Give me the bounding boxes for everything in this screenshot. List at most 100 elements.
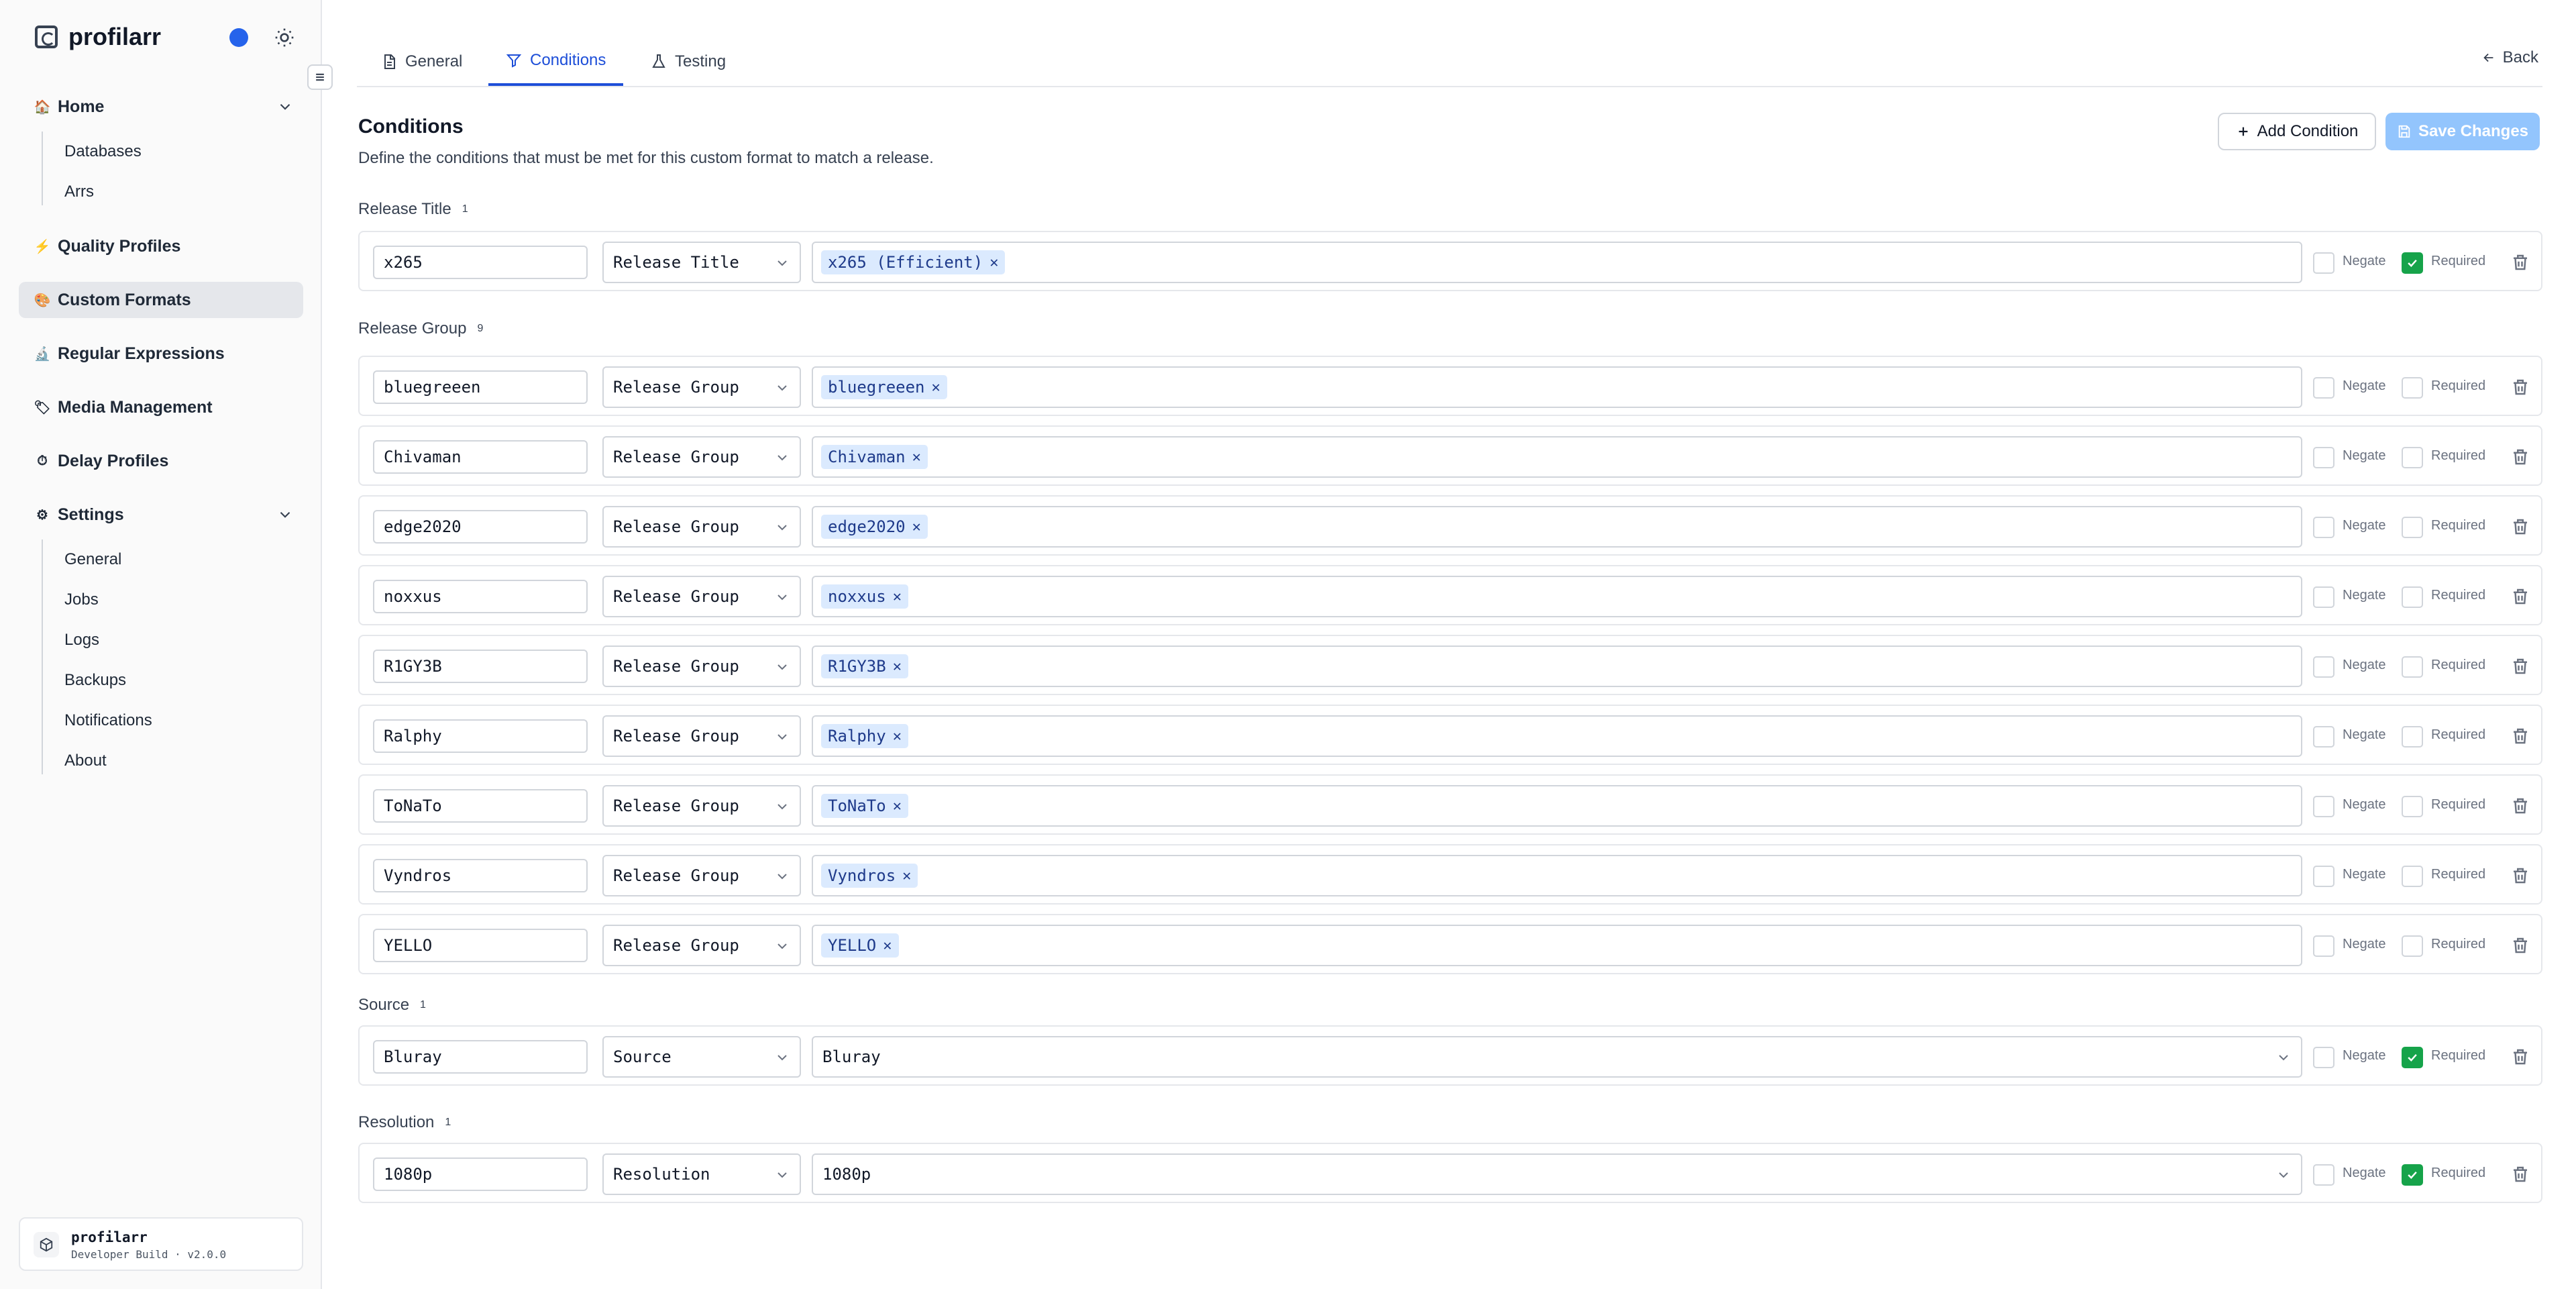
condition-name-input[interactable]: edge2020 <box>373 510 588 544</box>
condition-type-select[interactable]: Release Group <box>602 855 801 896</box>
remove-chip-icon[interactable]: ✕ <box>893 798 902 815</box>
trash-icon[interactable] <box>2510 656 2530 676</box>
sidebar-item-regular-expressions[interactable]: 🔬 Regular Expressions <box>19 336 303 372</box>
chevron-down-icon[interactable] <box>276 98 294 115</box>
trash-icon[interactable] <box>2510 935 2530 956</box>
required-checkbox[interactable] <box>2402 517 2423 538</box>
sidebar-sub-databases[interactable]: Databases <box>64 142 142 161</box>
negate-checkbox[interactable] <box>2313 586 2334 608</box>
negate-checkbox[interactable] <box>2313 656 2334 678</box>
negate-checkbox[interactable] <box>2313 726 2334 747</box>
required-checkbox[interactable] <box>2402 866 2423 887</box>
sidebar-sub-arrs[interactable]: Arrs <box>64 183 94 201</box>
negate-checkbox[interactable] <box>2313 1164 2334 1186</box>
negate-checkbox[interactable] <box>2313 377 2334 399</box>
sidebar-sub-notifications[interactable]: Notifications <box>64 711 152 730</box>
negate-checkbox[interactable] <box>2313 252 2334 274</box>
tab-general[interactable]: General <box>364 38 480 86</box>
condition-type-select[interactable]: Release Title <box>602 242 801 283</box>
condition-name-input[interactable]: 1080p <box>373 1157 588 1191</box>
theme-dot[interactable] <box>229 28 248 47</box>
condition-name-input[interactable]: Chivaman <box>373 440 588 474</box>
negate-checkbox[interactable] <box>2313 447 2334 468</box>
required-checkbox[interactable] <box>2402 935 2423 957</box>
remove-chip-icon[interactable]: ✕ <box>893 658 902 675</box>
trash-icon[interactable] <box>2510 252 2530 272</box>
remove-chip-icon[interactable]: ✕ <box>893 728 902 745</box>
chevron-down-icon[interactable] <box>276 506 294 523</box>
required-checkbox[interactable] <box>2402 586 2423 608</box>
trash-icon[interactable] <box>2510 1047 2530 1067</box>
condition-value-select[interactable]: Bluray <box>812 1036 2302 1078</box>
condition-type-select[interactable]: Release Group <box>602 785 801 827</box>
required-checkbox[interactable] <box>2402 656 2423 678</box>
trash-icon[interactable] <box>2510 726 2530 746</box>
sidebar-item-custom-formats[interactable]: 🎨 Custom Formats <box>19 282 303 318</box>
condition-type-select[interactable]: Release Group <box>602 576 801 617</box>
condition-name-input[interactable]: x265 <box>373 246 588 279</box>
condition-type-select[interactable]: Release Group <box>602 646 801 687</box>
condition-type-select[interactable]: Release Group <box>602 715 801 757</box>
required-checkbox[interactable] <box>2402 1047 2423 1068</box>
tab-conditions[interactable]: Conditions <box>488 38 624 86</box>
required-checkbox[interactable] <box>2402 726 2423 747</box>
back-link[interactable]: Back <box>2481 48 2538 67</box>
negate-checkbox[interactable] <box>2313 517 2334 538</box>
condition-name-input[interactable]: R1GY3B <box>373 650 588 683</box>
sun-icon[interactable] <box>274 27 295 48</box>
condition-type-select[interactable]: Release Group <box>602 925 801 966</box>
remove-chip-icon[interactable]: ✕ <box>883 937 892 954</box>
required-checkbox[interactable] <box>2402 447 2423 468</box>
sidebar-item-media-management[interactable]: 🏷 Media Management <box>19 389 303 425</box>
sidebar-sub-jobs[interactable]: Jobs <box>64 590 99 609</box>
condition-value-input[interactable]: noxxus ✕ <box>812 576 2302 617</box>
trash-icon[interactable] <box>2510 517 2530 537</box>
condition-name-input[interactable]: bluegreeen <box>373 370 588 404</box>
remove-chip-icon[interactable]: ✕ <box>912 449 921 466</box>
condition-value-input[interactable]: Chivaman ✕ <box>812 436 2302 478</box>
trash-icon[interactable] <box>2510 586 2530 607</box>
condition-value-select[interactable]: 1080p <box>812 1153 2302 1195</box>
condition-type-select[interactable]: Release Group <box>602 366 801 408</box>
negate-checkbox[interactable] <box>2313 866 2334 887</box>
condition-name-input[interactable]: YELLO <box>373 929 588 962</box>
sidebar-sub-backups[interactable]: Backups <box>64 671 126 690</box>
condition-value-input[interactable]: YELLO ✕ <box>812 925 2302 966</box>
remove-chip-icon[interactable]: ✕ <box>902 868 911 884</box>
trash-icon[interactable] <box>2510 1164 2530 1184</box>
condition-value-input[interactable]: Vyndros ✕ <box>812 855 2302 896</box>
condition-type-select[interactable]: Release Group <box>602 506 801 548</box>
negate-checkbox[interactable] <box>2313 935 2334 957</box>
condition-value-input[interactable]: edge2020 ✕ <box>812 506 2302 548</box>
add-condition-button[interactable]: Add Condition <box>2218 113 2376 150</box>
trash-icon[interactable] <box>2510 866 2530 886</box>
sidebar-item-quality-profiles[interactable]: ⚡ Quality Profiles <box>19 228 303 264</box>
remove-chip-icon[interactable]: ✕ <box>989 254 998 271</box>
sidebar-item-home[interactable]: 🏠 Home <box>19 89 303 125</box>
condition-name-input[interactable]: Ralphy <box>373 719 588 753</box>
tab-testing[interactable]: Testing <box>633 38 743 86</box>
negate-checkbox[interactable] <box>2313 1047 2334 1068</box>
condition-name-input[interactable]: Bluray <box>373 1040 588 1074</box>
required-checkbox[interactable] <box>2402 252 2423 274</box>
trash-icon[interactable] <box>2510 377 2530 397</box>
remove-chip-icon[interactable]: ✕ <box>893 588 902 605</box>
condition-value-input[interactable]: ToNaTo ✕ <box>812 785 2302 827</box>
remove-chip-icon[interactable]: ✕ <box>912 519 921 535</box>
condition-value-input[interactable]: R1GY3B ✕ <box>812 646 2302 687</box>
condition-type-select[interactable]: Source <box>602 1036 801 1078</box>
remove-chip-icon[interactable]: ✕ <box>932 379 941 396</box>
required-checkbox[interactable] <box>2402 377 2423 399</box>
condition-value-input[interactable]: bluegreeen ✕ <box>812 366 2302 408</box>
sidebar-sub-about[interactable]: About <box>64 752 107 770</box>
trash-icon[interactable] <box>2510 796 2530 816</box>
brand[interactable]: profilarr <box>35 23 161 51</box>
condition-name-input[interactable]: noxxus <box>373 580 588 613</box>
sidebar-sub-general[interactable]: General <box>64 550 121 569</box>
condition-value-input[interactable]: x265 (Efficient) ✕ <box>812 242 2302 283</box>
save-changes-button[interactable]: Save Changes <box>2385 113 2540 150</box>
negate-checkbox[interactable] <box>2313 796 2334 817</box>
condition-type-select[interactable]: Resolution <box>602 1153 801 1195</box>
sidebar-item-settings[interactable]: ⚙ Settings <box>19 497 303 533</box>
sidebar-sub-logs[interactable]: Logs <box>64 631 99 650</box>
